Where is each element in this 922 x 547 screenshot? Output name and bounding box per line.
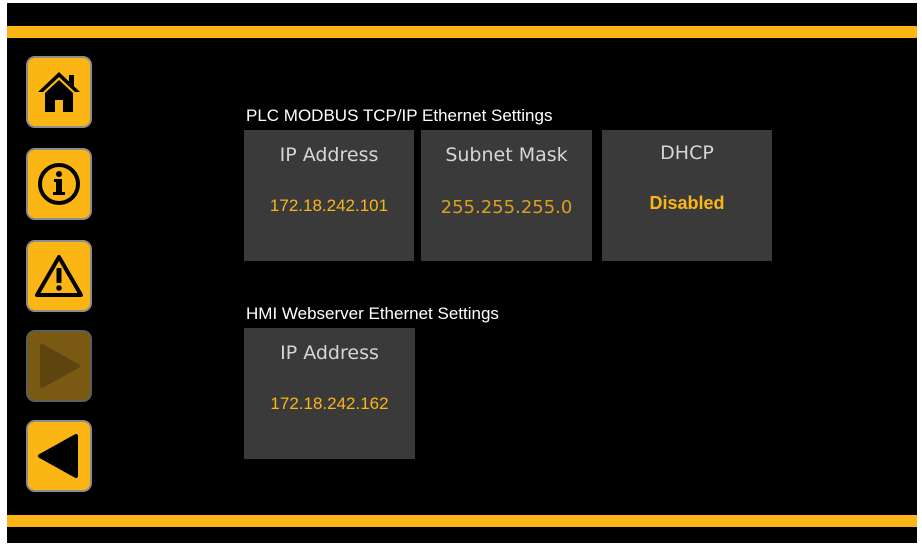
plc-dhcp-tile: DHCP Disabled [602,130,772,261]
hmi-section-title: HMI Webserver Ethernet Settings [246,304,499,323]
info-icon [36,161,82,207]
plc-subnet-tile: Subnet Mask 255.255.255.0 [421,130,592,261]
warning-icon [34,254,84,298]
hmi-screen: PLC MODBUS TCP/IP Ethernet Settings IP A… [7,3,917,543]
top-accent-bar [7,26,917,38]
back-arrow-icon [36,432,82,480]
home-button[interactable] [26,56,92,128]
plc-ip-value: 172.18.242.101 [269,196,389,215]
plc-dhcp-value: Disabled [649,193,725,213]
plc-subnet-label: Subnet Mask [445,144,568,166]
plc-subnet-value: 255.255.255.0 [440,197,573,218]
plc-dhcp-label: DHCP [660,142,714,164]
forward-button[interactable] [26,330,92,402]
home-icon [35,69,83,115]
alarms-button[interactable] [26,240,92,312]
plc-ip-label: IP Address [279,144,379,166]
play-icon [36,342,82,390]
hmi-ip-label: IP Address [280,342,379,364]
info-button[interactable] [26,148,92,220]
plc-ip-tile: IP Address 172.18.242.101 [244,130,414,261]
hmi-ip-tile: IP Address 172.18.242.162 [244,328,415,459]
back-button[interactable] [26,420,92,492]
bottom-accent-bar [7,515,917,527]
hmi-ip-value: 172.18.242.162 [270,394,389,413]
plc-section-title: PLC MODBUS TCP/IP Ethernet Settings [246,106,553,125]
